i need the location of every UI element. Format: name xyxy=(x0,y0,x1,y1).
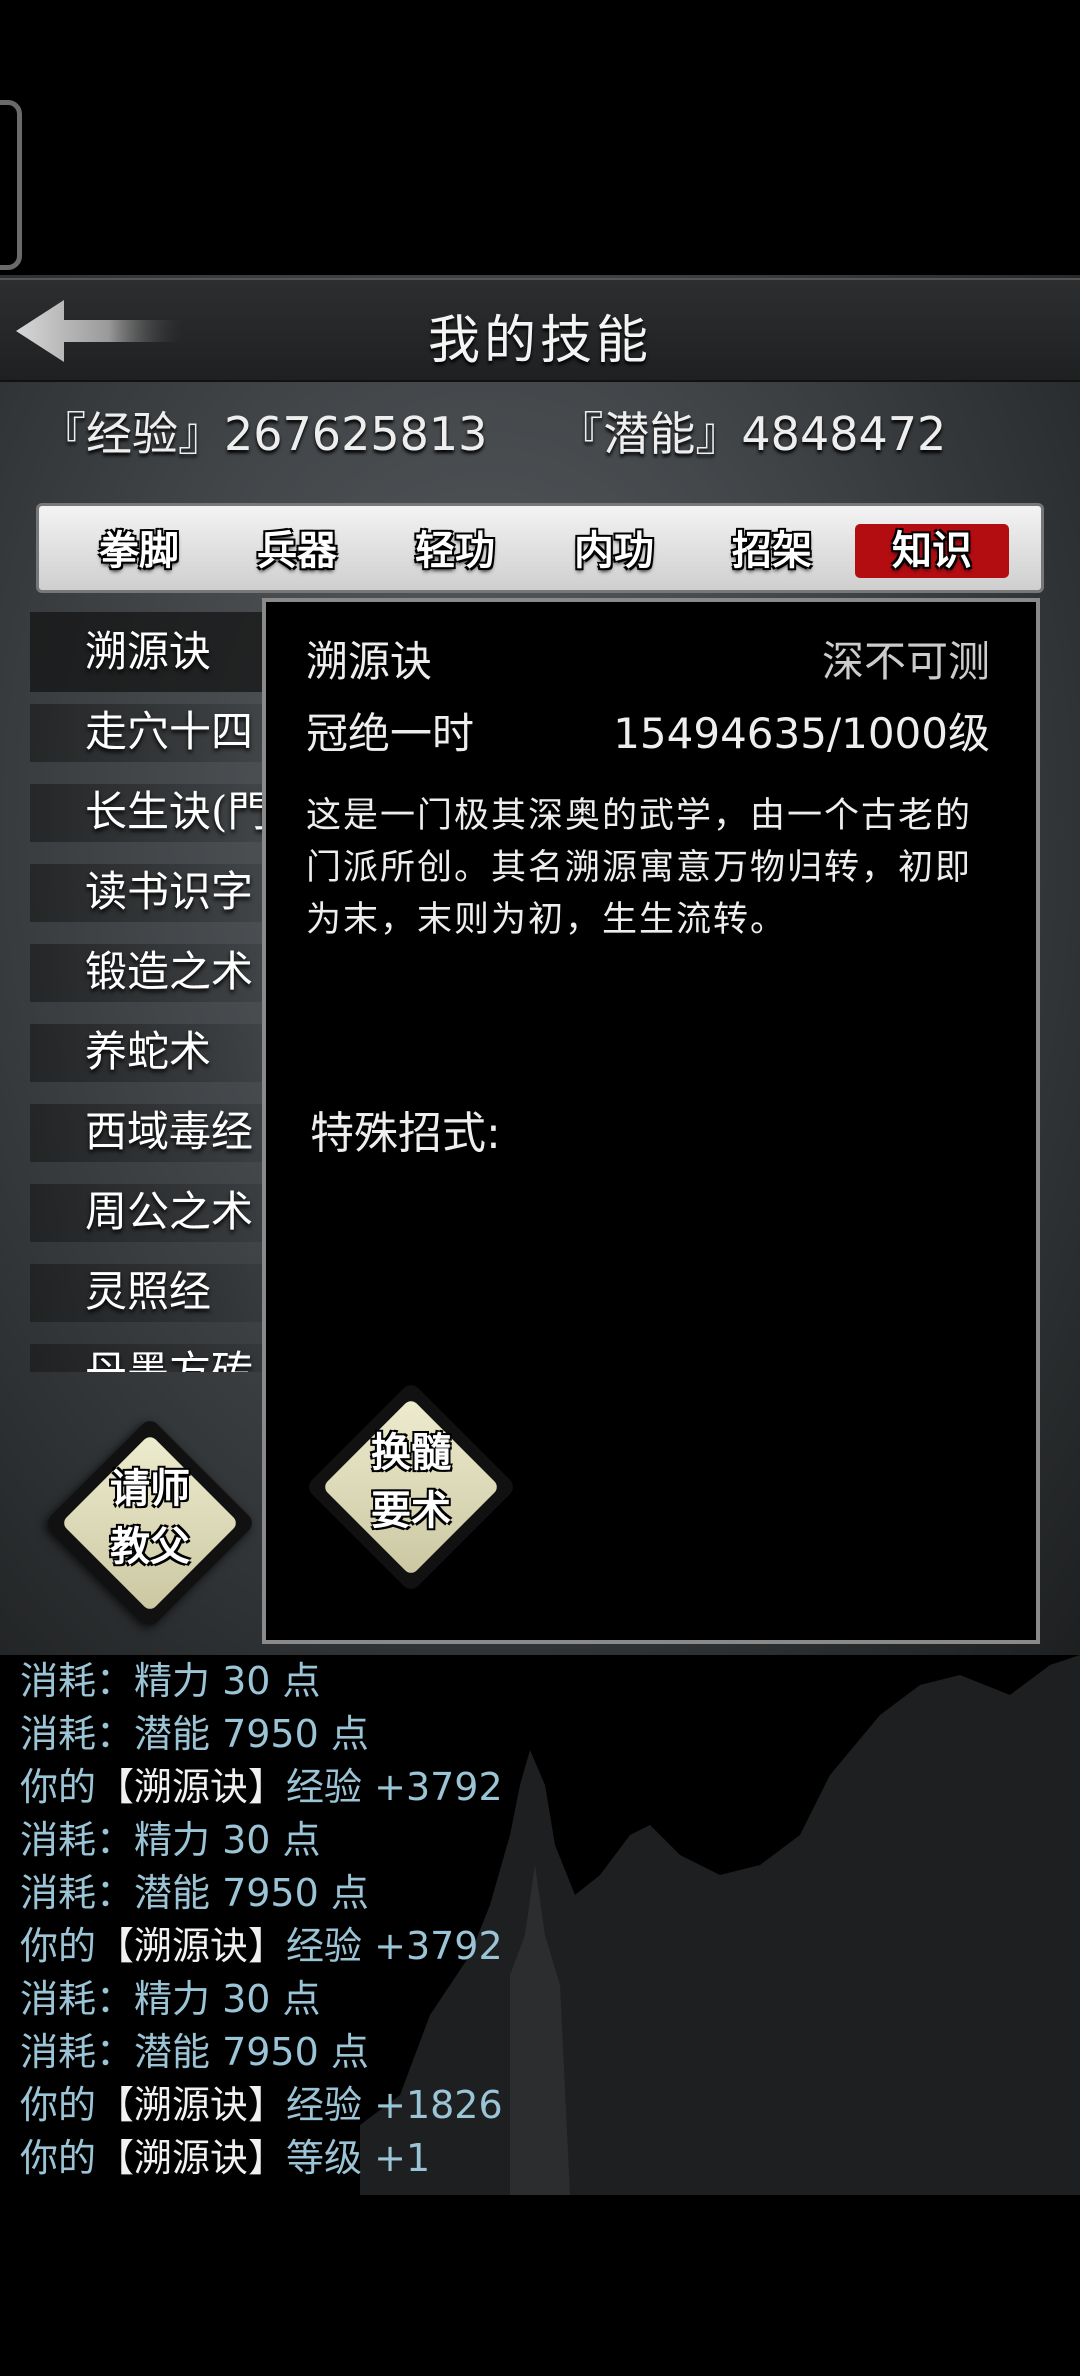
ask-teacher-label-2: 教父 xyxy=(110,1524,190,1570)
pot-stat: 『潜能』4848472 xyxy=(557,398,946,464)
tab-inner[interactable]: 内功 xyxy=(559,524,669,578)
log-line: 你的【溯源诀】经验 +3792 xyxy=(0,1761,1080,1814)
log-text: 你的 xyxy=(20,1765,97,1809)
log-text: 你的 xyxy=(20,1924,97,1968)
log-line: 你的【溯源诀】等级 +1 xyxy=(0,2132,1080,2185)
skill-item-label: 丹墨方砖 xyxy=(85,1347,254,1372)
ask-teacher-button[interactable]: 请师 教父 xyxy=(43,1416,257,1630)
skill-category-tabs: 拳脚 兵器 轻功 内功 招架 知识 xyxy=(36,503,1044,593)
skill-item-label: 溯源诀 xyxy=(85,627,212,676)
skill-item[interactable]: 丹墨方砖 xyxy=(30,1332,270,1372)
skill-item-label: 灵照经 xyxy=(85,1267,212,1316)
detail-skill-name: 溯源诀 xyxy=(306,637,433,686)
skill-item[interactable]: 西域毒经 xyxy=(30,1092,270,1172)
status-bar-area xyxy=(0,0,1080,275)
tab-weapon[interactable]: 兵器 xyxy=(242,524,352,578)
log-line: 消耗：潜能 7950 点 xyxy=(0,1867,1080,1920)
log-highlight: 【溯源诀】 xyxy=(96,2136,287,2180)
skill-item-label: 长生诀(門 xyxy=(85,787,270,836)
log-line: 消耗：精力 30 点 xyxy=(0,1814,1080,1867)
stats-row: 『经验』267625813 『潜能』4848472 xyxy=(40,398,946,464)
ask-teacher-label-1: 请师 xyxy=(110,1466,190,1512)
detail-skill-title: 冠绝一时 xyxy=(306,709,475,758)
skill-item[interactable]: 溯源诀 xyxy=(30,612,270,692)
log-line: 你的【溯源诀】经验 +1826 xyxy=(0,2079,1080,2132)
log-text: 经验 +3792 xyxy=(286,1924,503,1968)
detail-skill-rank: 深不可测 xyxy=(821,637,990,686)
log-highlight: 【溯源诀】 xyxy=(96,2083,287,2127)
tab-parry[interactable]: 招架 xyxy=(717,524,827,578)
detail-skill-level: 15494635/1000级 xyxy=(613,709,990,758)
page-title: 我的技能 xyxy=(427,311,652,371)
marrow-art-label-2: 要术 xyxy=(371,1488,451,1534)
log-highlight: 【溯源诀】 xyxy=(96,1765,287,1809)
log-text: 消耗：潜能 7950 点 xyxy=(20,1712,369,1756)
skill-item-label: 周公之术 xyxy=(85,1187,254,1236)
detail-skill-description: 这是一门极其深奥的武学，由一个古老的门派所创。其名溯源寓意万物归转，初即为末，末… xyxy=(306,796,973,940)
skill-item[interactable]: 读书识字 xyxy=(30,852,270,932)
log-text: 消耗：精力 30 点 xyxy=(20,1977,321,2021)
log-text: 等级 +1 xyxy=(286,2136,431,2180)
tab-lightness[interactable]: 轻功 xyxy=(400,524,510,578)
log-text: 消耗：潜能 7950 点 xyxy=(20,1871,369,1915)
skill-item-label: 锻造之术 xyxy=(85,947,254,996)
pot-label: 『潜能』 xyxy=(557,407,742,461)
skill-item[interactable]: 走穴十四 xyxy=(30,692,270,772)
log-text: 消耗：精力 30 点 xyxy=(20,1818,321,1862)
marrow-art-label-1: 换髓 xyxy=(371,1430,451,1476)
log-text: 你的 xyxy=(20,2136,97,2180)
log-line: 你的【溯源诀】经验 +3792 xyxy=(0,1920,1080,1973)
skill-item[interactable]: 养蛇术 xyxy=(30,1012,270,1092)
marrow-art-button[interactable]: 换髓 要术 xyxy=(304,1380,518,1594)
skill-item-label: 养蛇术 xyxy=(85,1027,212,1076)
skill-item-label: 走穴十四 xyxy=(85,707,254,756)
log-line: 消耗：潜能 7950 点 xyxy=(0,2026,1080,2079)
header-bar: 我的技能 xyxy=(0,278,1080,382)
tab-fist[interactable]: 拳脚 xyxy=(84,524,194,578)
log-text: 经验 +1826 xyxy=(286,2083,503,2127)
log-text: 你的 xyxy=(20,2083,97,2127)
tab-knowledge[interactable]: 知识 xyxy=(855,524,1009,578)
skill-item[interactable]: 长生诀(門 xyxy=(30,772,270,852)
edge-bracket-icon xyxy=(0,100,22,270)
log-text: 经验 +3792 xyxy=(286,1765,503,1809)
skill-item[interactable]: 锻造之术 xyxy=(30,932,270,1012)
log-text: 消耗：潜能 7950 点 xyxy=(20,2030,369,2074)
pot-value: 4848472 xyxy=(741,407,947,461)
message-log: 消耗：精力 30 点 消耗：潜能 7950 点 你的【溯源诀】经验 +3792 … xyxy=(0,1655,1080,2195)
skill-list: 溯源诀 走穴十四 长生诀(門 读书识字 锻造之术 养蛇术 西域毒经 周公之术 灵… xyxy=(30,612,270,1372)
special-moves-label: 特殊招式: xyxy=(310,1108,501,1159)
exp-label: 『经验』 xyxy=(40,407,224,461)
log-line: 消耗：精力 30 点 xyxy=(0,1655,1080,1708)
exp-value: 267625813 xyxy=(224,407,488,461)
skill-item-label: 读书识字 xyxy=(85,867,254,916)
log-line: 消耗：精力 30 点 xyxy=(0,1973,1080,2026)
skill-item[interactable]: 灵照经 xyxy=(30,1252,270,1332)
log-highlight: 【溯源诀】 xyxy=(96,1924,287,1968)
skill-item[interactable]: 周公之术 xyxy=(30,1172,270,1252)
skill-item-label: 西域毒经 xyxy=(85,1107,254,1156)
exp-stat: 『经验』267625813 xyxy=(40,398,487,464)
log-text: 消耗：精力 30 点 xyxy=(20,1659,321,1703)
skill-detail-panel: 溯源诀 深不可测 冠绝一时 15494635/1000级 这是一门极其深奥的武学… xyxy=(262,598,1040,1644)
log-line: 消耗：潜能 7950 点 xyxy=(0,1708,1080,1761)
